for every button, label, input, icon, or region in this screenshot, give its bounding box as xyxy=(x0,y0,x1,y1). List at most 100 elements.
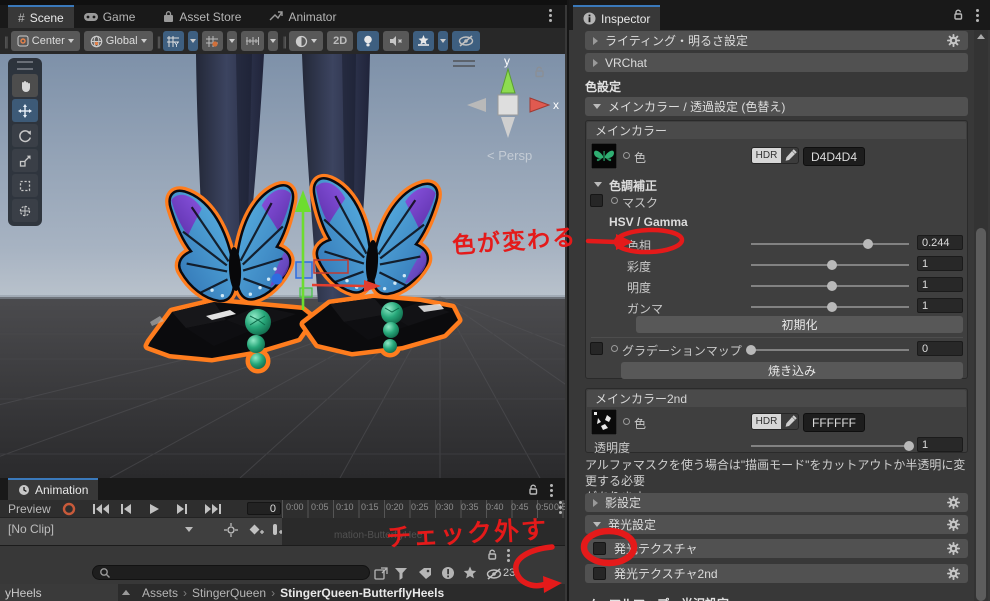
gear-icon[interactable] xyxy=(947,567,960,580)
gradation-map-checkbox[interactable] xyxy=(590,342,603,355)
section-emission[interactable]: 発光設定 xyxy=(585,515,968,534)
audio-toggle[interactable] xyxy=(383,31,410,51)
prev-key-button[interactable] xyxy=(120,503,132,515)
section-emission-texture2[interactable]: 発光テクスチャ2nd xyxy=(585,564,968,583)
add-keyframe-icon[interactable] xyxy=(248,523,264,537)
frame-field[interactable]: 0 xyxy=(247,502,281,515)
gradation-value[interactable]: 0 xyxy=(917,341,963,356)
section-lighting[interactable]: ライティング・明るさ設定 xyxy=(585,31,968,50)
project-kebab-icon[interactable] xyxy=(507,554,510,557)
lighting-toggle[interactable] xyxy=(357,31,380,51)
brightness-slider[interactable] xyxy=(751,281,909,291)
scrollbar-thumb[interactable] xyxy=(976,228,986,601)
animation-lock-icon[interactable] xyxy=(527,484,539,496)
scene-visibility-toggle[interactable] xyxy=(452,31,481,51)
transform-tool[interactable] xyxy=(12,199,38,222)
project-lock-icon[interactable] xyxy=(486,549,498,561)
gear-icon[interactable] xyxy=(947,542,960,555)
toolbar-grip[interactable]: || xyxy=(4,34,9,49)
collapse-arrow[interactable] xyxy=(122,590,130,595)
clip-dropdown[interactable]: [No Clip] xyxy=(8,522,54,536)
goto-begin-button[interactable] xyxy=(92,503,110,515)
tab-scene[interactable]: # Scene xyxy=(8,5,74,28)
gradation-slider[interactable] xyxy=(746,345,909,355)
rect-tool[interactable] xyxy=(12,174,38,197)
inspector-lock-icon[interactable] xyxy=(952,9,964,21)
hand-tool[interactable] xyxy=(12,74,38,97)
play-button[interactable] xyxy=(148,503,160,515)
effects-dropdown[interactable] xyxy=(438,31,449,51)
inspector-kebab-icon[interactable] xyxy=(976,14,979,17)
maincolor-texture-thumb[interactable] xyxy=(591,143,617,169)
clip-dropdown-arrow[interactable] xyxy=(185,527,193,532)
tab-game[interactable]: Game xyxy=(74,5,146,28)
gamma-slider[interactable] xyxy=(751,302,909,312)
bake-button[interactable]: 焼き込み xyxy=(621,362,963,379)
eyedropper-icon[interactable] xyxy=(783,149,797,163)
timeline-ruler[interactable]: 0:00 0:05 0:10 0:15 0:20 0:25 0:30 0:35 0:40… xyxy=(282,500,565,518)
emission-texture-checkbox[interactable] xyxy=(593,542,606,555)
alpha-value[interactable]: 1 xyxy=(917,437,963,452)
ruler-snap-button[interactable] xyxy=(241,31,265,51)
crumb-assets[interactable]: Assets xyxy=(142,586,178,600)
timeline-kebab-icon[interactable] xyxy=(559,506,562,509)
section-shadow[interactable]: 影設定 xyxy=(585,493,968,512)
reset-button[interactable]: 初期化 xyxy=(636,316,963,333)
hdr-chip[interactable]: HDR xyxy=(751,147,799,164)
brightness-value[interactable]: 1 xyxy=(917,277,963,292)
mask-checkbox[interactable] xyxy=(590,194,603,207)
keyframe-record-icon[interactable] xyxy=(224,523,238,537)
preview-button[interactable]: Preview xyxy=(8,502,51,516)
eyedropper-icon[interactable] xyxy=(783,415,797,429)
project-tab-partial[interactable]: yHeels xyxy=(0,584,118,601)
crumb-stingerqueen[interactable]: StingerQueen xyxy=(192,586,266,600)
search-input[interactable] xyxy=(92,565,370,580)
tab-animation[interactable]: Animation xyxy=(8,478,99,500)
maincolor2nd-texture-thumb[interactable] xyxy=(591,409,617,435)
scene-viewport[interactable]: y x < Persp xyxy=(0,54,901,479)
hdr-chip-2nd[interactable]: HDR xyxy=(751,413,799,430)
goto-end-button[interactable] xyxy=(204,503,222,515)
tone-foldout-arrow[interactable] xyxy=(594,182,602,187)
orientation-button[interactable]: Global xyxy=(83,31,153,51)
gear-icon[interactable] xyxy=(947,518,960,531)
ruler-snap-dropdown[interactable] xyxy=(268,31,279,51)
gear-icon[interactable] xyxy=(947,34,960,47)
hidden-count-eye-icon[interactable] xyxy=(486,568,502,580)
increment-snap-button[interactable] xyxy=(202,31,224,51)
move-tool[interactable] xyxy=(12,99,38,122)
tone-correction-label[interactable]: 色調補正 xyxy=(609,177,657,194)
draw-mode-button[interactable] xyxy=(289,31,324,51)
tab-asset-store[interactable]: Asset Store xyxy=(153,5,251,28)
favorites-star-icon[interactable] xyxy=(463,566,477,580)
dopesheet-area[interactable]: mation-ButterflyHee xyxy=(282,518,565,545)
open-new-window-icon[interactable] xyxy=(374,567,388,580)
maincolor-swatch[interactable]: D4D4D4 xyxy=(803,147,865,166)
gamma-value[interactable]: 1 xyxy=(917,298,963,313)
increment-snap-dropdown[interactable] xyxy=(227,31,238,51)
crumb-current[interactable]: StingerQueen-ButterflyHeels xyxy=(280,586,444,600)
inspector-scrollbar[interactable] xyxy=(974,30,988,601)
saturation-value[interactable]: 1 xyxy=(917,256,963,271)
saturation-slider[interactable] xyxy=(751,260,909,270)
scroll-up-arrow[interactable] xyxy=(977,34,985,39)
search-by-type-icon[interactable] xyxy=(394,567,408,580)
hue-value[interactable]: 0.244 xyxy=(917,235,963,250)
gear-icon[interactable] xyxy=(947,496,960,509)
emission-texture2-checkbox[interactable] xyxy=(593,567,606,580)
persp-label[interactable]: < Persp xyxy=(487,148,532,163)
animation-kebab-icon[interactable] xyxy=(550,489,553,492)
maincolor2nd-swatch[interactable]: FFFFFF xyxy=(803,413,865,432)
tab-inspector[interactable]: Inspector xyxy=(573,5,661,30)
alert-icon[interactable] xyxy=(441,566,455,580)
effects-button[interactable] xyxy=(413,31,435,51)
search-by-label-icon[interactable] xyxy=(418,567,432,580)
section-maincolor[interactable]: メインカラー / 透過設定 (色替え) xyxy=(585,97,968,116)
hue-slider[interactable] xyxy=(751,239,909,249)
pivot-mode-button[interactable]: Center xyxy=(10,31,80,51)
scale-tool[interactable] xyxy=(12,149,38,172)
rotate-tool[interactable] xyxy=(12,124,38,147)
section-vrchat[interactable]: VRChat xyxy=(585,53,968,72)
record-button[interactable] xyxy=(62,502,76,516)
next-key-button[interactable] xyxy=(176,503,188,515)
